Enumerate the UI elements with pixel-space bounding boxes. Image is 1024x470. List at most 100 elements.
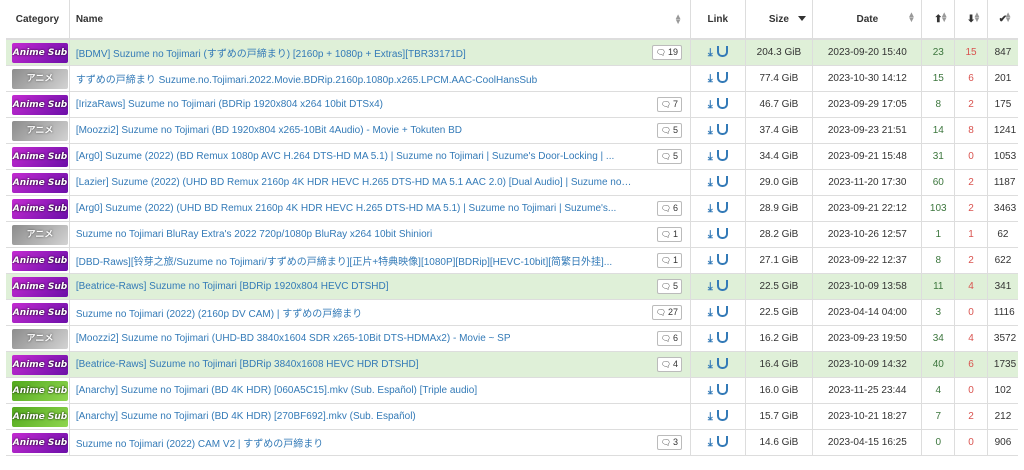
header-name[interactable]: Name ▲ ▼ xyxy=(69,0,691,40)
magnet-icon[interactable] xyxy=(716,202,728,213)
magnet-icon[interactable] xyxy=(716,384,728,395)
seeders-cell: 4 xyxy=(921,377,956,404)
torrent-title-link[interactable]: [IrizaRaws] Suzume no Tojimari (BDRip 19… xyxy=(76,99,634,110)
comments-sort-icon[interactable]: ▲ ▼ xyxy=(674,13,682,26)
leechers-cell: 0 xyxy=(954,143,988,170)
torrent-title-link[interactable]: [Moozzi2] Suzume no Tojimari (UHD-BD 384… xyxy=(76,333,634,344)
category-badge[interactable]: Anime Sub xyxy=(12,406,68,427)
comments-badge[interactable]: 🗨 3 xyxy=(656,435,682,450)
download-icon[interactable]: ⤓ xyxy=(708,411,713,424)
category-badge[interactable]: Anime Sub xyxy=(12,146,68,167)
category-badge[interactable]: Anime Sub xyxy=(12,42,68,63)
magnet-icon[interactable] xyxy=(716,436,728,447)
name-cell: [Anarchy] Suzume no Tojimari (BD 4K HDR)… xyxy=(69,403,691,430)
magnet-icon[interactable] xyxy=(716,280,728,291)
download-icon[interactable]: ⤓ xyxy=(708,47,713,60)
magnet-icon[interactable] xyxy=(716,254,728,265)
torrent-title-link[interactable]: [Lazier] Suzume (2022) (UHD BD Remux 216… xyxy=(76,177,634,188)
download-icon[interactable]: ⤓ xyxy=(708,151,713,164)
comments-badge[interactable]: 🗨 5 xyxy=(656,149,682,164)
magnet-icon[interactable] xyxy=(716,98,728,109)
comments-badge[interactable]: 🗨 6 xyxy=(656,201,682,216)
comments-badge[interactable]: 🗨 19 xyxy=(651,45,682,60)
comment-icon: 🗨 xyxy=(660,282,671,291)
download-icon[interactable]: ⤓ xyxy=(708,255,713,268)
leechers-cell: 2 xyxy=(954,247,988,274)
comments-count: 19 xyxy=(667,47,678,57)
torrent-title-link[interactable]: [Anarchy] Suzume no Tojimari (BD 4K HDR)… xyxy=(76,385,634,396)
download-icon[interactable]: ⤓ xyxy=(708,125,713,138)
magnet-icon[interactable] xyxy=(716,228,728,239)
date-cell: 2023-10-26 12:57 xyxy=(812,221,923,248)
torrent-title-link[interactable]: [Beatrice-Raws] Suzume no Tojimari [BDRi… xyxy=(76,359,634,370)
torrent-title-link[interactable]: Suzume no Tojimari (2022) CAM V2 | すずめの戸… xyxy=(76,435,634,450)
category-badge[interactable]: Anime Sub xyxy=(12,94,68,115)
torrent-title-link[interactable]: [DBD-Raws][铃芽之旅/Suzume no Tojimari/すずめの戸… xyxy=(76,253,634,268)
sort-icon: ▲ ▼ xyxy=(972,10,981,24)
torrent-title-link[interactable]: [Arg0] Suzume (2022) (UHD BD Remux 2160p… xyxy=(76,203,634,214)
magnet-icon[interactable] xyxy=(716,410,728,421)
torrent-title-link[interactable]: すずめの戸締まり Suzume.no.Tojimari.2022.Movie.B… xyxy=(76,71,634,86)
comments-count: 5 xyxy=(672,125,678,135)
category-badge[interactable]: Anime Sub xyxy=(12,354,68,375)
comments-badge[interactable]: 🗨 4 xyxy=(656,357,682,372)
download-icon[interactable]: ⤓ xyxy=(708,73,713,86)
category-badge[interactable]: Anime Sub xyxy=(12,172,68,193)
table-row: Anime Sub [Lazier] Suzume (2022) (UHD BD … xyxy=(6,169,1018,196)
torrent-title-link[interactable]: [Moozzi2] Suzume no Tojimari (BD 1920x80… xyxy=(76,125,634,136)
magnet-icon[interactable] xyxy=(716,176,728,187)
download-icon[interactable]: ⤓ xyxy=(708,385,713,398)
comments-badge[interactable]: 🗨 1 xyxy=(656,227,682,242)
comments-badge[interactable]: 🗨 7 xyxy=(656,97,682,112)
comments-count: 5 xyxy=(672,151,678,161)
size-cell: 77.4 GiB xyxy=(745,65,814,92)
download-icon[interactable]: ⤓ xyxy=(708,99,713,112)
download-icon[interactable]: ⤓ xyxy=(708,437,713,450)
comments-badge[interactable]: 🗨 5 xyxy=(656,123,682,138)
download-icon[interactable]: ⤓ xyxy=(708,203,713,216)
torrent-title-link[interactable]: [Arg0] Suzume (2022) (BD Remux 1080p AVC… xyxy=(76,151,634,162)
torrent-title-link[interactable]: [BDMV] Suzume no Tojimari (すずめの戸締まり) [21… xyxy=(76,45,634,60)
torrent-title-link[interactable]: Suzume no Tojimari BluRay Extra's 2022 7… xyxy=(76,229,634,240)
category-cell: Anime Sub xyxy=(6,195,70,222)
comments-badge[interactable]: 🗨 1 xyxy=(656,253,682,268)
table-row: Anime Sub [BDMV] Suzume no Tojimari (すずめの… xyxy=(6,39,1018,66)
category-badge[interactable]: Anime Sub xyxy=(12,380,68,401)
download-icon[interactable]: ⤓ xyxy=(708,281,713,294)
category-badge[interactable]: アニメ xyxy=(12,328,68,349)
magnet-icon[interactable] xyxy=(716,46,728,57)
category-badge[interactable]: アニメ xyxy=(12,68,68,89)
torrent-title-link[interactable]: [Anarchy] Suzume no Tojimari (BD 4K HDR)… xyxy=(76,411,634,422)
name-cell: [Moozzi2] Suzume no Tojimari (BD 1920x80… xyxy=(69,117,691,144)
header-date[interactable]: Date ▲ ▼ xyxy=(812,0,923,40)
header-completed[interactable]: ✔ ▲ ▼ xyxy=(987,0,1018,40)
sort-icon: ▲ ▼ xyxy=(1004,10,1012,24)
comments-badge[interactable]: 🗨 5 xyxy=(656,279,682,294)
category-badge[interactable]: Anime Sub xyxy=(12,302,68,323)
download-icon[interactable]: ⤓ xyxy=(708,229,713,242)
comments-badge[interactable]: 🗨 6 xyxy=(656,331,682,346)
download-icon[interactable]: ⤓ xyxy=(708,307,713,320)
header-seeders[interactable]: ⬆ ▲ ▼ xyxy=(921,0,956,40)
header-size[interactable]: Size xyxy=(745,0,814,40)
category-badge[interactable]: Anime Sub xyxy=(12,250,68,271)
comments-badge[interactable]: 🗨 27 xyxy=(651,305,682,320)
category-badge[interactable]: Anime Sub xyxy=(12,276,68,297)
torrent-title-link[interactable]: [Beatrice-Raws] Suzume no Tojimari [BDRi… xyxy=(76,281,634,292)
magnet-icon[interactable] xyxy=(716,72,728,83)
category-badge[interactable]: Anime Sub xyxy=(12,198,68,219)
magnet-icon[interactable] xyxy=(716,332,728,343)
torrent-title-link[interactable]: Suzume no Tojimari (2022) (2160p DV CAM)… xyxy=(76,305,634,320)
download-icon[interactable]: ⤓ xyxy=(708,177,713,190)
comments-count: 3 xyxy=(672,437,678,447)
header-leechers[interactable]: ⬇ ▲ ▼ xyxy=(954,0,988,40)
category-badge[interactable]: アニメ xyxy=(12,120,68,141)
category-badge[interactable]: アニメ xyxy=(12,224,68,245)
category-badge[interactable]: Anime Sub xyxy=(12,432,68,453)
magnet-icon[interactable] xyxy=(716,150,728,161)
download-icon[interactable]: ⤓ xyxy=(708,333,713,346)
download-icon[interactable]: ⤓ xyxy=(708,359,713,372)
magnet-icon[interactable] xyxy=(716,306,728,317)
magnet-icon[interactable] xyxy=(716,124,728,135)
magnet-icon[interactable] xyxy=(716,358,728,369)
